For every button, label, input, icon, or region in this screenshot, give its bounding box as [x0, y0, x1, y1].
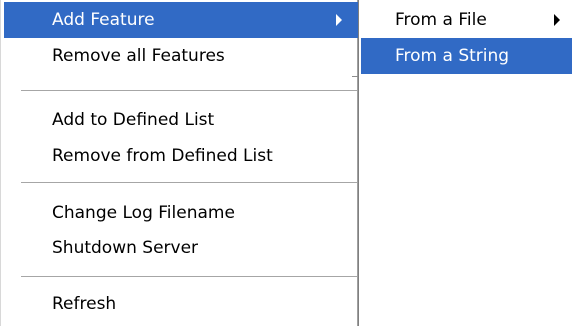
menu-item-label: Add Feature: [52, 10, 155, 30]
menu-item-add-feature[interactable]: Add Feature: [4, 2, 358, 38]
menu-item-refresh[interactable]: Refresh: [4, 286, 358, 322]
menu-separator: [21, 182, 357, 184]
menu-border: [352, 76, 358, 77]
submenu-item-label: From a String: [395, 46, 510, 66]
menu-item-add-to-defined-list[interactable]: Add to Defined List: [4, 102, 358, 138]
submenu-arrow-icon: [554, 14, 560, 26]
submenu-item-from-a-file[interactable]: From a File: [361, 2, 572, 38]
submenu: From a File From a String: [358, 0, 572, 326]
menu-item-change-log-filename[interactable]: Change Log Filename: [4, 195, 358, 231]
menu-separator: [21, 90, 357, 92]
menu-item-label: Add to Defined List: [52, 110, 215, 130]
submenu-item-label: From a File: [395, 10, 487, 30]
menu-item-label: Remove from Defined List: [52, 146, 273, 166]
menu-item-label: Refresh: [52, 294, 117, 314]
menu-item-label: Shutdown Server: [52, 238, 199, 258]
context-menu: Add Feature Remove all Features Add to D…: [0, 0, 358, 326]
menu-item-remove-all-features[interactable]: Remove all Features: [4, 38, 358, 74]
menu-item-remove-from-defined-list[interactable]: Remove from Defined List: [4, 138, 358, 174]
menu-item-label: Remove all Features: [52, 46, 225, 66]
menu-item-label: Change Log Filename: [52, 203, 235, 223]
menu-separator: [21, 276, 357, 278]
menu-item-shutdown-server[interactable]: Shutdown Server: [4, 230, 358, 266]
submenu-item-from-a-string[interactable]: From a String: [361, 38, 572, 74]
submenu-arrow-icon: [336, 14, 342, 26]
